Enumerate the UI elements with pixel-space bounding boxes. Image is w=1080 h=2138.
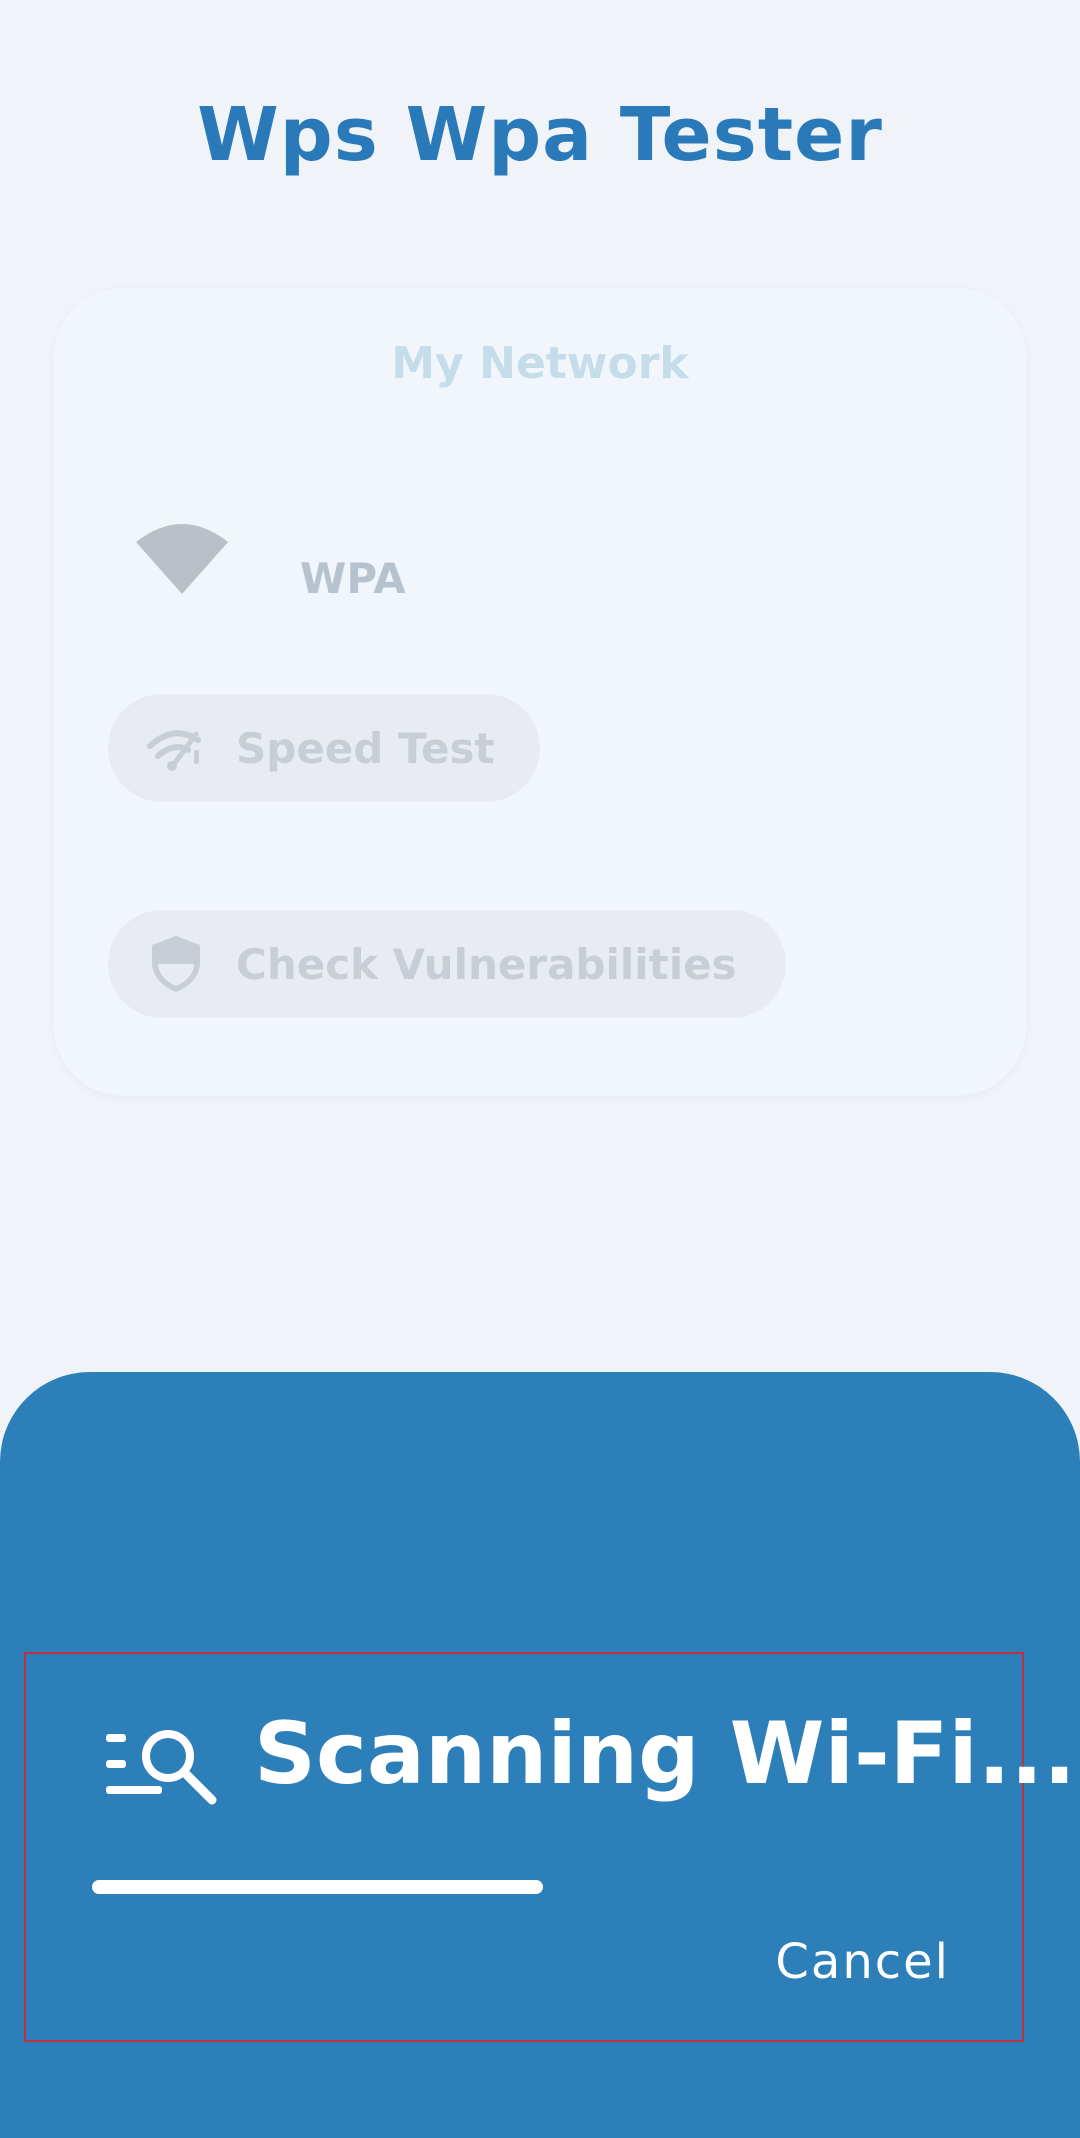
speed-test-label: Speed Test	[236, 723, 495, 773]
scan-status-text: Scanning Wi-Fi...	[254, 1704, 1076, 1804]
speed-test-button[interactable]: Speed Test	[108, 694, 540, 802]
search-list-icon	[106, 1730, 217, 1805]
scan-progress-fill	[92, 1880, 543, 1894]
scan-dialog: Scanning Wi-Fi... Cancel	[24, 1652, 1076, 2042]
my-network-card: My Network WPA Speed Test Check Vulnerab…	[54, 288, 1026, 1096]
shield-icon	[152, 936, 200, 992]
scan-bottom-sheet: Scanning Wi-Fi... Cancel	[0, 1372, 1080, 2138]
speedometer-wifi-icon	[147, 730, 201, 771]
cancel-button[interactable]: Cancel	[775, 1934, 950, 1990]
check-vulnerabilities-button[interactable]: Check Vulnerabilities	[108, 910, 786, 1018]
wifi-icon	[136, 524, 228, 594]
card-title: My Network	[391, 338, 689, 389]
security-type-label: WPA	[300, 554, 406, 603]
page-title: Wps Wpa Tester	[197, 92, 883, 178]
check-vulnerabilities-label: Check Vulnerabilities	[236, 939, 737, 989]
scan-progress-bar	[92, 1880, 942, 1894]
